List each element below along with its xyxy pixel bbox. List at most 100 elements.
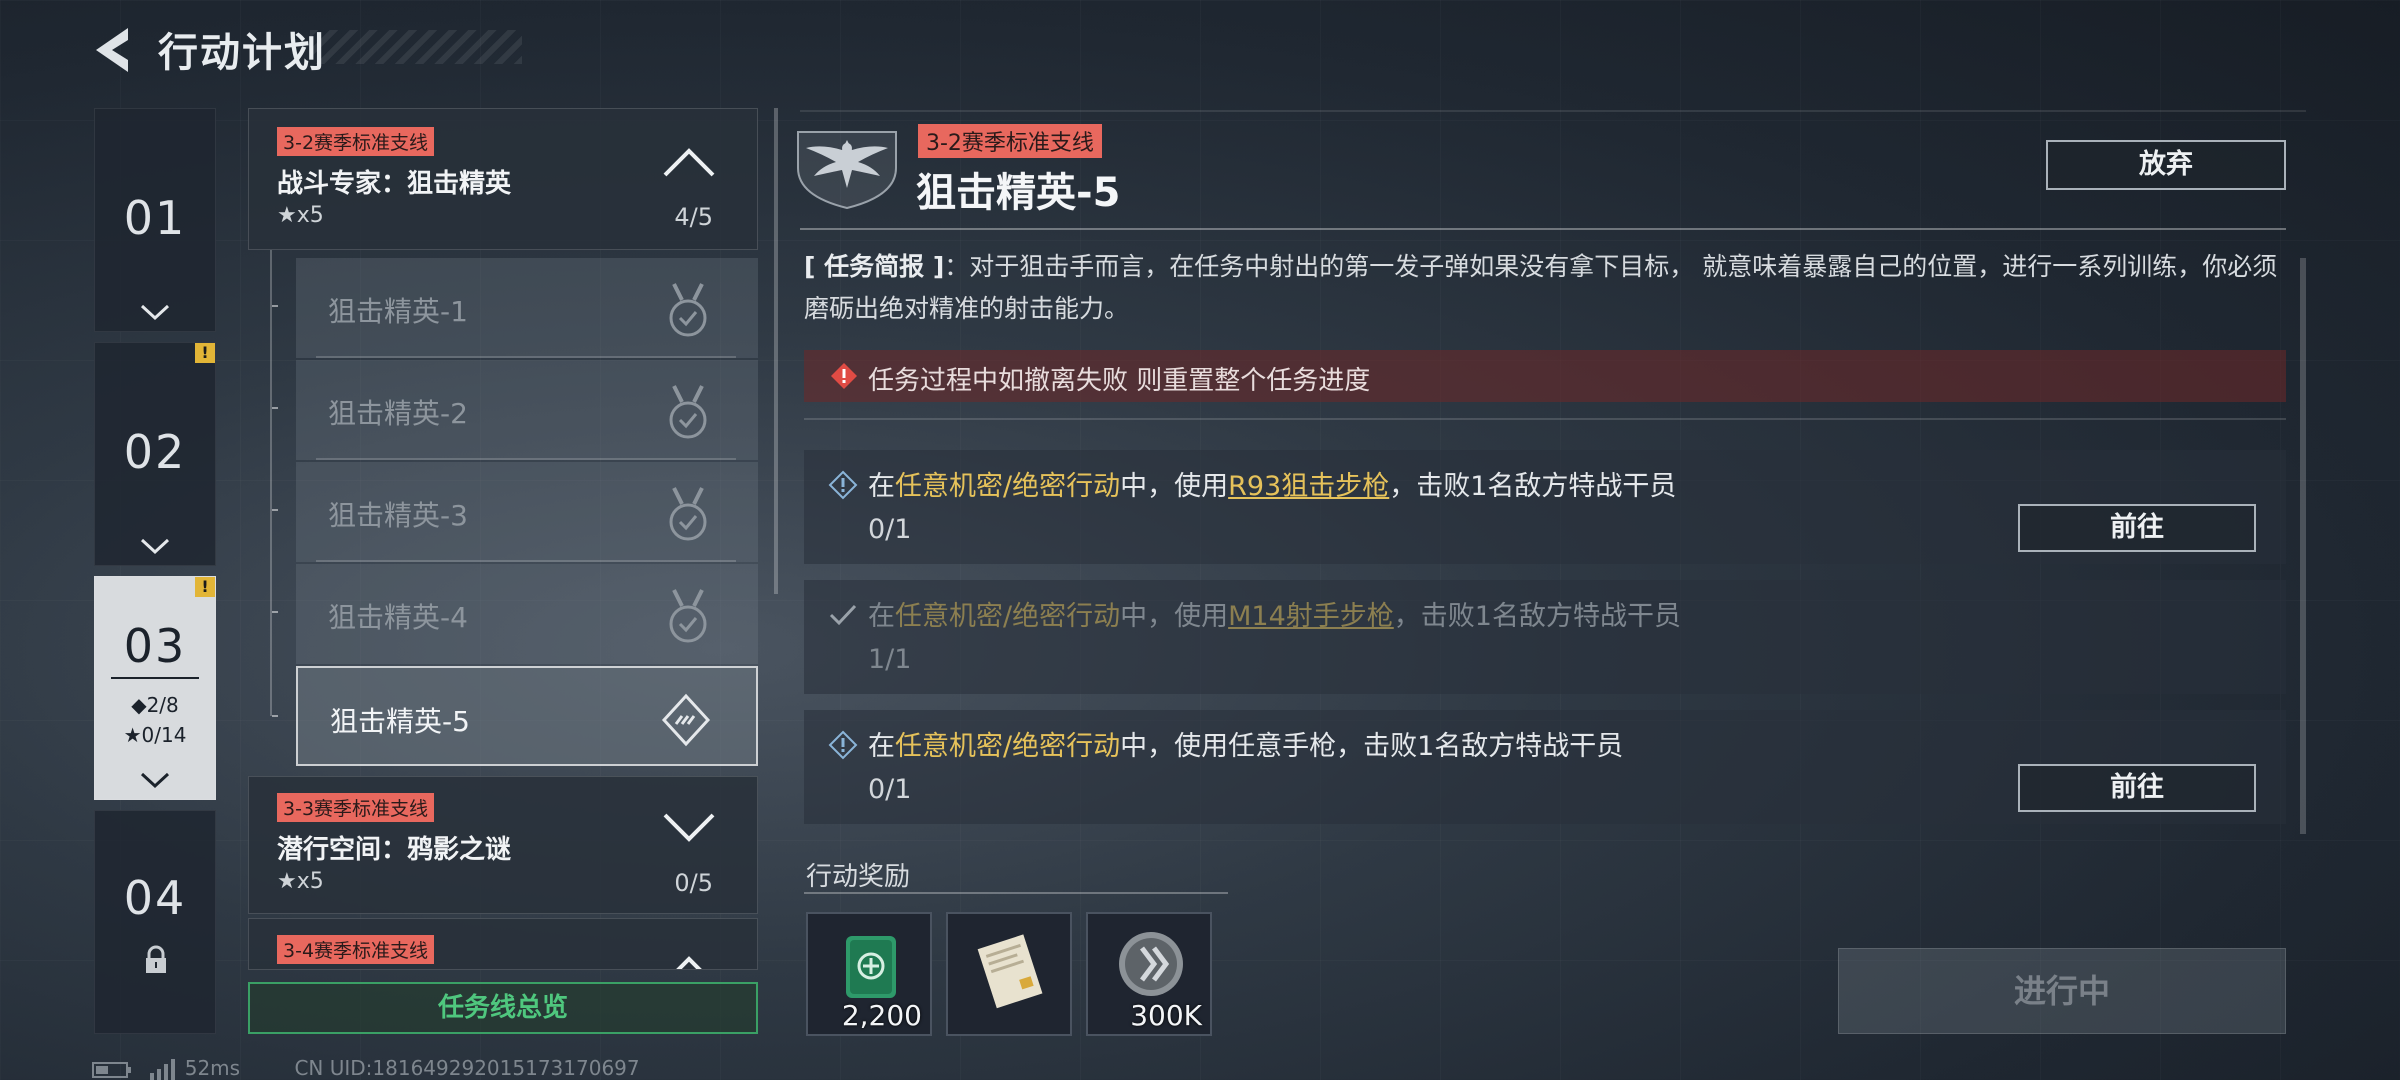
chevron-down-icon bbox=[140, 772, 170, 789]
quest-name: 战斗专家：狙击精英 bbox=[277, 169, 512, 199]
in-progress-status-button: 进行中 bbox=[1838, 948, 2286, 1034]
page-title: 行动计划 bbox=[158, 30, 326, 76]
weapon-link[interactable]: R93狙击步枪 bbox=[1228, 471, 1389, 502]
checkmark-icon bbox=[829, 604, 857, 626]
warning-text: 任务过程中如撤离失败 则重置整个任务进度 bbox=[868, 366, 1371, 396]
go-button[interactable]: 前往 bbox=[2018, 504, 2256, 552]
alert-badge: ! bbox=[195, 343, 215, 363]
sub-mission-4[interactable]: 狙击精英-4 bbox=[272, 564, 758, 664]
section-divider bbox=[804, 418, 2286, 420]
quest-stars: ★x5 bbox=[277, 869, 324, 894]
mode-highlight: 任意机密/绝密行动 bbox=[895, 471, 1121, 502]
in-progress-diamond-icon bbox=[661, 693, 711, 747]
mode-highlight: 任意机密/绝密行动 bbox=[895, 731, 1121, 762]
chevron-up-icon bbox=[676, 956, 702, 969]
chapter-number: 01 bbox=[123, 191, 187, 245]
tree-node bbox=[272, 715, 278, 717]
objective-1: 在任意机密/绝密行动中，使用R93狙击步枪，击败1名敌方特战干员 0/1 前往 bbox=[804, 450, 2286, 564]
chapter-tab-01[interactable]: 01 bbox=[94, 108, 216, 332]
chapter-tab-02[interactable]: ! 02 bbox=[94, 342, 216, 566]
info-diamond-icon bbox=[828, 730, 858, 760]
reward-item-1[interactable]: 2,200 bbox=[806, 912, 932, 1036]
uid-text: CN UID:1816492920151731706​97 bbox=[294, 1056, 640, 1080]
signal-icon bbox=[150, 1058, 176, 1080]
sub-mission-label: 狙击精英-3 bbox=[328, 499, 468, 532]
status-footer: 52ms CN UID:1816492920151731706​97 bbox=[92, 1056, 688, 1080]
title-decoration bbox=[310, 30, 522, 64]
quest-card-raven[interactable]: 3-3赛季标准支线 潜行空间：鸦影之谜 ★x5 0/5 bbox=[248, 776, 758, 914]
back-button[interactable] bbox=[88, 22, 138, 78]
sub-mission-1[interactable]: 狙击精英-1 bbox=[272, 258, 758, 358]
reward-item-3[interactable]: 300K bbox=[1086, 912, 1212, 1036]
objective-text: 在任意机密/绝密行动中，使用R93狙击步枪，击败1名敌方特战干员 bbox=[868, 471, 1677, 502]
quest-name: 潜行空间：鸦影之谜 bbox=[277, 835, 512, 865]
back-arrow-icon bbox=[96, 28, 128, 72]
objective-progress: 0/1 bbox=[868, 774, 912, 805]
quest-card-sniper[interactable]: 3-2赛季标准支线 战斗专家：狙击精英 ★x5 4/5 bbox=[248, 108, 758, 250]
reward-quantity: 2,200 bbox=[841, 999, 922, 1032]
objective-text: 在任意机密/绝密行动中，使用M14射手步枪，击败1名敌方特战干员 bbox=[868, 601, 1681, 632]
quest-tag: 3-2赛季标准支线 bbox=[277, 127, 435, 156]
mission-title: 狙击精英-5 bbox=[916, 170, 1121, 216]
quest-card-next[interactable]: 3-4赛季标准支线 bbox=[248, 918, 758, 970]
quest-list-scrollbar[interactable] bbox=[774, 108, 778, 594]
detail-scrollbar[interactable] bbox=[2300, 258, 2306, 834]
mission-tag: 3-2赛季标准支线 bbox=[918, 124, 1102, 158]
chevron-down-icon[interactable] bbox=[661, 811, 717, 845]
objective-progress: 0/1 bbox=[868, 514, 912, 545]
medkit-card-icon bbox=[846, 936, 896, 998]
quest-tag: 3-3赛季标准支线 bbox=[277, 793, 435, 822]
completed-medal-icon bbox=[669, 385, 707, 439]
document-icon bbox=[977, 934, 1043, 1009]
sub-mission-5[interactable]: 狙击精英-5 bbox=[272, 666, 758, 766]
warning-icon bbox=[831, 363, 857, 389]
completed-medal-icon bbox=[669, 283, 707, 337]
questline-overview-button[interactable]: 任务线总览 bbox=[248, 982, 758, 1034]
tree-node bbox=[272, 611, 278, 613]
chapter-star-progress: ★0/14 bbox=[123, 723, 187, 747]
chevron-down-icon bbox=[140, 304, 170, 321]
weapon-link[interactable]: M14射手步枪 bbox=[1228, 601, 1394, 632]
chevron-down-icon bbox=[140, 538, 170, 555]
tree-connector bbox=[270, 250, 272, 716]
sub-mission-label: 狙击精英-1 bbox=[328, 295, 468, 328]
objective-progress: 1/1 bbox=[868, 644, 912, 675]
sub-mission-label: 狙击精英-5 bbox=[330, 705, 470, 738]
sub-mission-label: 狙击精英-2 bbox=[328, 397, 468, 430]
abandon-button[interactable]: 放弃 bbox=[2046, 140, 2286, 190]
chapter-number: 04 bbox=[123, 871, 187, 925]
completed-medal-icon bbox=[669, 589, 707, 643]
quest-stars: ★x5 bbox=[277, 203, 324, 228]
reward-quantity: 300K bbox=[1130, 999, 1202, 1032]
info-diamond-icon bbox=[828, 470, 858, 500]
reward-item-2[interactable] bbox=[946, 912, 1072, 1036]
rewards-title: 行动奖励 bbox=[806, 862, 911, 892]
brief-heading: [ 任务简报 ] bbox=[804, 252, 945, 281]
divider bbox=[316, 560, 736, 562]
brief-text: ：对于狙击手而言，在任务中射出的第一发子弹如果没有拿下目标， 就意味着暴露自己的… bbox=[804, 252, 2278, 323]
lock-icon bbox=[146, 945, 166, 973]
sub-mission-2[interactable]: 狙击精英-2 bbox=[272, 360, 758, 460]
sub-mission-label: 狙击精英-4 bbox=[328, 601, 468, 634]
objective-3: 在任意机密/绝密行动中，使用任意手枪，击败1名敌方特战干员 0/1 前往 bbox=[804, 710, 2286, 824]
title-divider bbox=[800, 228, 2286, 230]
mission-brief: [ 任务简报 ]：对于狙击手而言，在任务中射出的第一发子弹如果没有拿下目标， 就… bbox=[804, 246, 2284, 330]
quest-progress: 0/5 bbox=[674, 869, 713, 897]
chapter-tab-03[interactable]: ! 03 ◆2/8 ★0/14 bbox=[94, 576, 216, 800]
chevron-up-icon[interactable] bbox=[661, 145, 717, 179]
chapter-tab-04[interactable]: 04 bbox=[94, 810, 216, 1034]
ping-text: 52ms bbox=[184, 1056, 241, 1080]
chapter-number: 02 bbox=[123, 425, 187, 479]
rewards-underline bbox=[804, 892, 1228, 894]
tree-node bbox=[272, 305, 278, 307]
tree-node bbox=[272, 509, 278, 511]
sub-mission-3[interactable]: 狙击精英-3 bbox=[272, 462, 758, 562]
objective-text: 在任意机密/绝密行动中，使用任意手枪，击败1名敌方特战干员 bbox=[868, 731, 1624, 762]
divider bbox=[316, 356, 736, 358]
alert-badge: ! bbox=[195, 577, 215, 597]
chapter-diamond-progress: ◆2/8 bbox=[131, 693, 179, 717]
battery-icon bbox=[92, 1061, 131, 1078]
go-button[interactable]: 前往 bbox=[2018, 764, 2256, 812]
chapter-number: 03 bbox=[123, 619, 187, 673]
tree-node bbox=[272, 407, 278, 409]
